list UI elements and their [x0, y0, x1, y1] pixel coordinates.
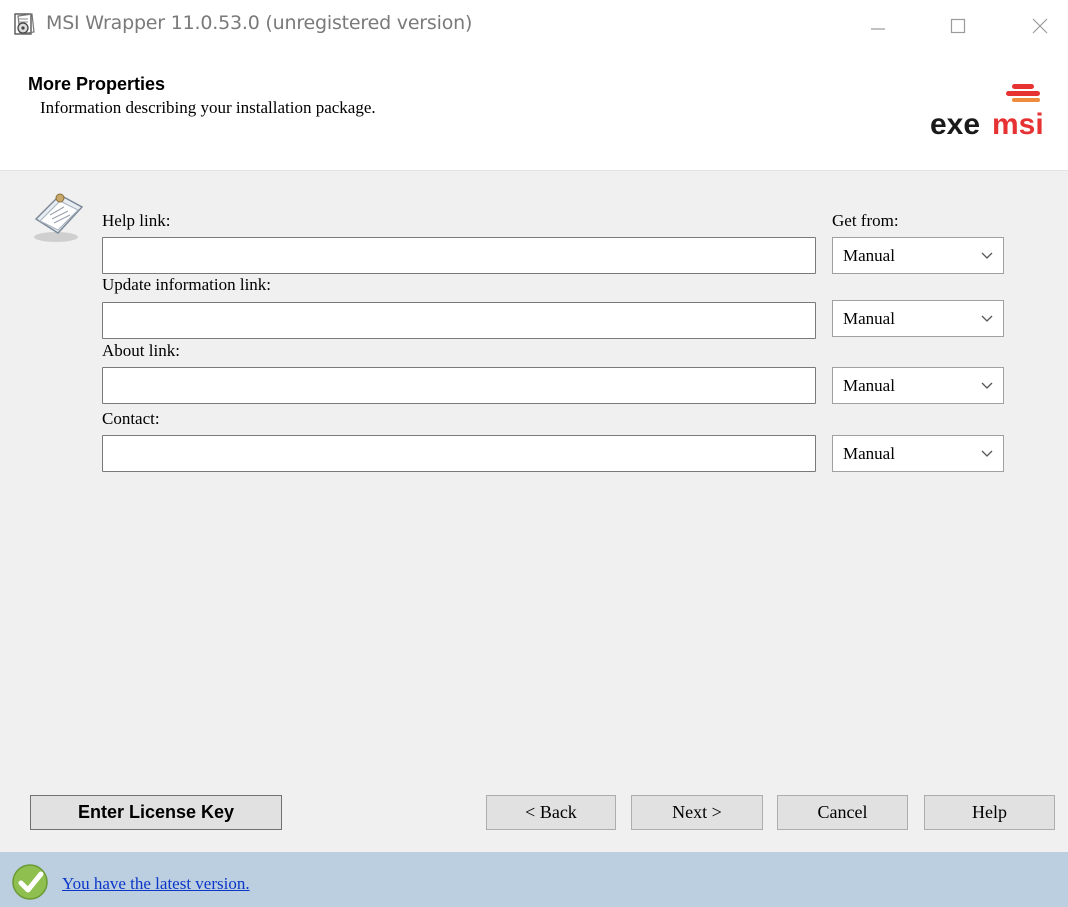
back-button[interactable]: < Back — [486, 795, 616, 830]
minimize-icon — [871, 28, 885, 30]
chevron-down-icon — [981, 382, 993, 389]
next-button[interactable]: Next > — [631, 795, 763, 830]
about-link-source-select[interactable]: Manual — [832, 367, 1004, 404]
about-link-input[interactable] — [102, 367, 816, 404]
update-info-link-input[interactable] — [102, 302, 816, 339]
chevron-down-icon — [981, 450, 993, 457]
help-link-input[interactable] — [102, 237, 816, 274]
properties-panel: Get from: Help link: Manual Update infor… — [0, 170, 1068, 853]
help-link-source-select[interactable]: Manual — [832, 237, 1004, 274]
properties-page-icon — [30, 189, 90, 245]
help-link-source-value: Manual — [843, 245, 895, 265]
maximize-icon — [950, 18, 966, 34]
logo-text-msi: msi — [992, 108, 1044, 140]
enter-license-key-button[interactable]: Enter License Key — [30, 795, 282, 830]
update-info-link-source-value: Manual — [843, 308, 895, 328]
page-subtitle: Information describing your installation… — [40, 98, 376, 117]
contact-input[interactable] — [102, 435, 816, 472]
close-button[interactable] — [1012, 4, 1068, 48]
window-title: MSI Wrapper 11.0.53.0 (unregistered vers… — [46, 12, 473, 34]
minimize-button[interactable] — [850, 4, 906, 48]
latest-version-link[interactable]: You have the latest version. — [62, 874, 250, 894]
update-info-link-label: Update information link: — [102, 275, 272, 294]
contact-source-value: Manual — [843, 443, 895, 463]
app-icon — [12, 12, 36, 38]
about-link-source-value: Manual — [843, 375, 895, 395]
contact-source-select[interactable]: Manual — [832, 435, 1004, 472]
chevron-down-icon — [981, 252, 993, 259]
maximize-button[interactable] — [930, 4, 986, 48]
get-from-label: Get from: — [832, 211, 899, 230]
logo-text-exe: exe — [930, 108, 980, 140]
about-link-label: About link: — [102, 341, 180, 360]
close-icon — [1032, 18, 1048, 34]
update-info-link-source-select[interactable]: Manual — [832, 300, 1004, 337]
cancel-button[interactable]: Cancel — [777, 795, 908, 830]
chevron-down-icon — [981, 315, 993, 322]
contact-label: Contact: — [102, 409, 160, 428]
exemsi-logo: exe msi — [928, 80, 1062, 141]
page-title: More Properties — [28, 74, 166, 94]
check-icon — [10, 862, 54, 902]
status-bar: You have the latest version. — [0, 852, 1068, 907]
help-link-label: Help link: — [102, 211, 171, 230]
wizard-header: More Properties Information describing y… — [0, 52, 1068, 170]
title-bar: MSI Wrapper 11.0.53.0 (unregistered vers… — [0, 0, 1068, 52]
help-button[interactable]: Help — [924, 795, 1055, 830]
